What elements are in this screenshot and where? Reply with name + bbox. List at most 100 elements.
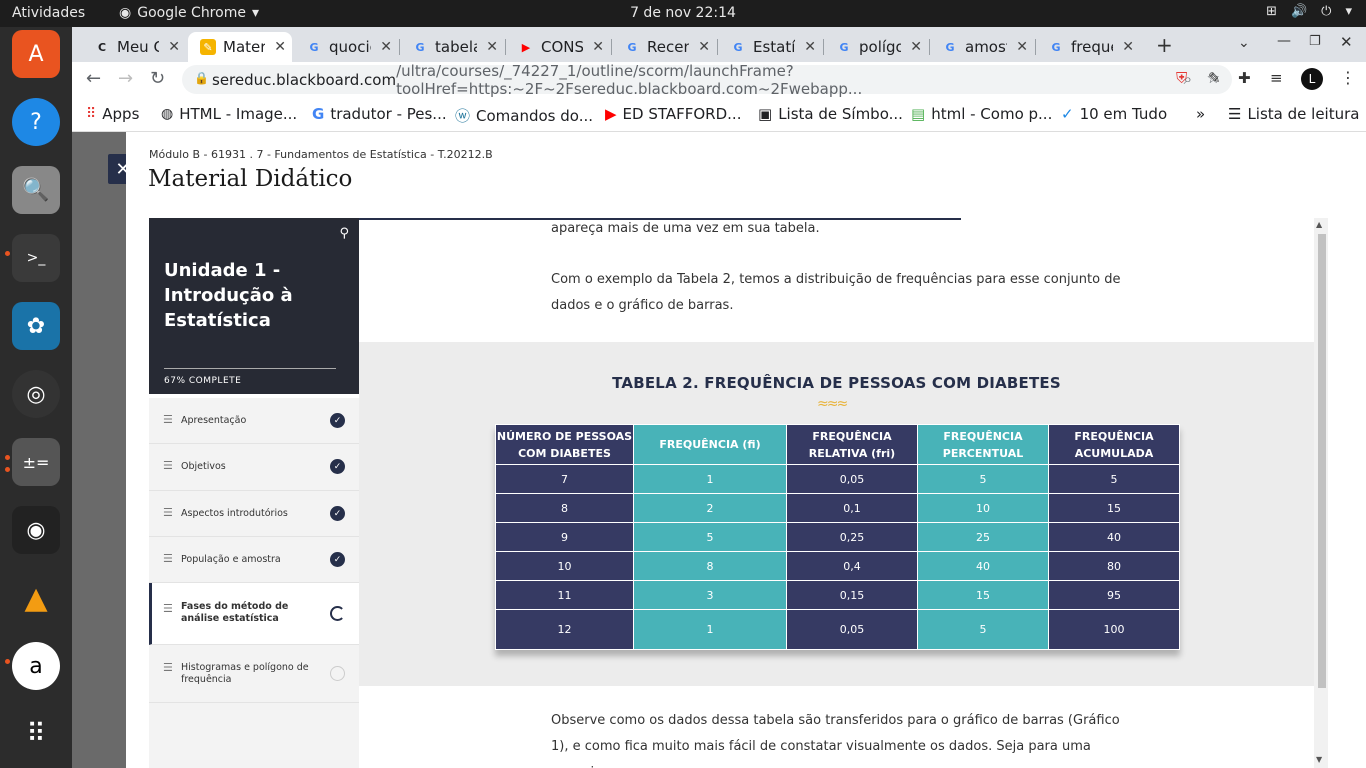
tab[interactable]: G Recen ✕ [612, 32, 716, 62]
table-cell: 9 [495, 522, 634, 552]
extension-shield-icon[interactable]: ⛨ [1176, 69, 1187, 87]
table-cell: 8 [633, 551, 787, 581]
table-cell: 0,05 [786, 464, 918, 494]
tab[interactable]: Gpolígo ✕ [824, 32, 928, 62]
table-cell: 0,4 [786, 551, 918, 581]
lock-icon: 🔒 [194, 71, 209, 85]
search-files-icon[interactable]: 🔍 [12, 166, 60, 214]
profile-avatar[interactable]: L [1301, 68, 1323, 90]
tab[interactable]: Gtabela ✕ [400, 32, 504, 62]
help-icon[interactable]: ? [12, 98, 60, 146]
close-icon[interactable]: ✕ [486, 39, 498, 55]
bookmarks-overflow-icon[interactable]: » [1196, 105, 1205, 123]
toc-item[interactable]: ☰ Histogramas e polígono de frequência [149, 645, 359, 703]
app-icon[interactable]: ✿ [12, 302, 60, 350]
table-row: 8 2 0,1 10 15 [495, 493, 1180, 523]
scrollbar[interactable]: ▲ ▼ [1314, 218, 1328, 768]
table-cell: 11 [495, 580, 634, 610]
show-apps-icon[interactable]: ⠿ [12, 710, 60, 758]
vlc-icon[interactable]: ▲ [12, 574, 60, 622]
screenshot-icon[interactable]: ◉ [12, 506, 60, 554]
close-icon[interactable]: ✕ [804, 39, 816, 55]
toc-item[interactable]: ☰ População e amostra ✓ [149, 537, 359, 583]
calculator-icon[interactable]: ±= [12, 438, 60, 486]
app-a-icon[interactable]: a [12, 642, 60, 690]
checkmark-icon: ✓ [330, 413, 345, 428]
bookmark-item[interactable]: ⓦ Comandos do... [455, 105, 593, 126]
tab-favicon-icon: ✎ [200, 39, 216, 55]
breadcrumb: Módulo B - 61931 . 7 - Fundamentos de Es… [149, 148, 493, 161]
bookmark-item[interactable]: Gtradutor - Pes... [312, 105, 447, 123]
tab-search-icon[interactable]: ⌄ [1238, 35, 1250, 51]
table-cell: 7 [495, 464, 634, 494]
terminal-icon[interactable]: >_ [12, 234, 60, 282]
bookmark-item[interactable]: ▶ ED STAFFORD... [605, 105, 741, 123]
tab[interactable]: Gquocie ✕ [294, 32, 398, 62]
bookmark-item[interactable]: ▣ Lista de Símbo... [758, 105, 903, 123]
close-icon[interactable]: ✕ [1016, 39, 1028, 55]
close-icon[interactable]: ✕ [910, 39, 922, 55]
back-button[interactable]: ← [86, 68, 101, 89]
url-domain: sereduc.blackboard.com [212, 70, 397, 89]
media-control-icon[interactable]: ≡ [1270, 69, 1283, 87]
toc-item[interactable]: ☰ Objetivos ✓ [149, 444, 359, 491]
bookmark-item[interactable]: ✓ 10 em Tudo [1061, 105, 1167, 123]
close-icon[interactable]: ✕ [698, 39, 710, 55]
scroll-down-icon[interactable]: ▼ [1316, 755, 1322, 764]
bookmark-apps[interactable]: ⠿ Apps [86, 105, 139, 123]
tab[interactable]: C Meu C ✕ [82, 32, 186, 62]
lines-icon: ☰ [163, 552, 173, 565]
url-input[interactable]: 🔒 sereduc.blackboard.com/ultra/courses/_… [182, 62, 1232, 98]
clock[interactable]: 7 de nov 22:14 [0, 5, 1366, 21]
table-cell: 5 [1048, 464, 1180, 494]
volume-icon: 🔊 [1290, 4, 1308, 19]
tab[interactable]: ▶ CONS ✕ [506, 32, 610, 62]
lines-icon: ☰ [163, 661, 173, 674]
close-icon[interactable]: ✕ [274, 39, 286, 55]
close-icon[interactable]: ✕ [380, 39, 392, 55]
close-window-button[interactable]: ✕ [1340, 33, 1353, 51]
minimize-button[interactable]: — [1277, 33, 1291, 49]
tab-active[interactable]: ✎ Mater ✕ [188, 32, 292, 62]
maximize-button[interactable]: ❐ [1309, 34, 1321, 49]
check-icon: ✓ [1061, 105, 1074, 123]
software-center-icon[interactable]: A [12, 30, 60, 78]
tab[interactable]: G Estatí ✕ [718, 32, 822, 62]
google-icon: G [1051, 40, 1061, 54]
close-icon[interactable]: ✕ [1122, 39, 1134, 55]
table-cell: 1 [633, 609, 787, 650]
bookmark-item[interactable]: ▤ html - Como p... [911, 105, 1052, 123]
menu-kebab-icon[interactable]: ⋮ [1340, 68, 1356, 87]
bookmarks-bar: ⠿ Apps ◍ HTML - Image... Gtradutor - Pes..… [72, 97, 1366, 132]
search-icon[interactable]: ⚲ [339, 226, 349, 241]
toc-item[interactable]: ☰ Aspectos introdutórios ✓ [149, 491, 359, 537]
system-tray[interactable]: ⊞ 🔊 ⏻ ▾ [1266, 4, 1352, 19]
extension-icon[interactable]: ✎ [1208, 69, 1221, 87]
tab[interactable]: Gamost ✕ [930, 32, 1034, 62]
scrollbar-thumb[interactable] [1318, 234, 1326, 688]
wordpress-icon: ⓦ [455, 107, 471, 125]
column-header: FREQUÊNCIA PERCENTUAL [917, 424, 1049, 465]
reading-list-button[interactable]: ☰ Lista de leitura [1228, 105, 1359, 123]
table-cell: 5 [917, 464, 1049, 494]
toc-item[interactable]: ☰ Apresentação ✓ [149, 398, 359, 444]
camera-app-icon[interactable]: ◎ [12, 370, 60, 418]
tab-title: Estatí [753, 38, 795, 56]
table-row: 9 5 0,25 25 40 [495, 522, 1180, 552]
reload-button[interactable]: ↻ [150, 68, 165, 89]
table-row: 7 1 0,05 5 5 [495, 464, 1180, 494]
new-tab-button[interactable]: + [1156, 33, 1173, 57]
close-icon[interactable]: ✕ [592, 39, 604, 55]
table-cell: 10 [495, 551, 634, 581]
extensions-puzzle-icon[interactable]: ✚ [1238, 69, 1251, 87]
chevron-down-icon: ▾ [1345, 4, 1352, 19]
google-icon: G [312, 105, 325, 123]
google-icon: G [415, 40, 425, 54]
close-icon[interactable]: ✕ [168, 39, 180, 55]
toc-item-active[interactable]: ☰ Fases do método de análise estatística [149, 583, 359, 645]
tab[interactable]: Gfreque ✕ [1036, 32, 1140, 62]
scroll-up-icon[interactable]: ▲ [1316, 220, 1322, 229]
bookmark-label: HTML - Image... [179, 105, 298, 123]
bookmark-item[interactable]: ◍ HTML - Image... [161, 105, 297, 123]
forward-button[interactable]: → [118, 68, 133, 89]
